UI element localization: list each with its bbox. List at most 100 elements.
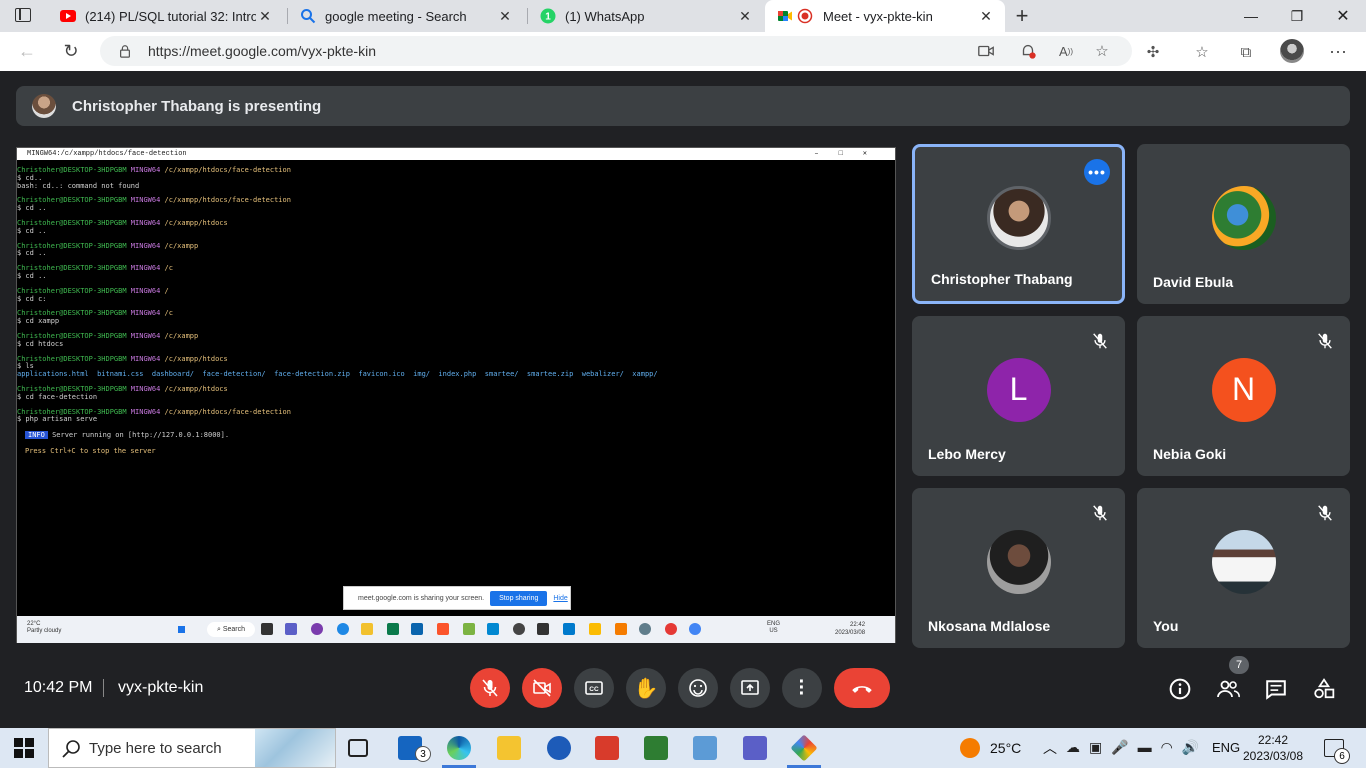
terminal-command: $ cd .. (17, 226, 47, 235)
shared-screen[interactable]: MINGW64:/c/xampp/htdocs/face-detection –… (16, 147, 896, 643)
participant-tile[interactable]: ••• Christopher Thabang (912, 144, 1125, 304)
server-hint-line: Press Ctrl+C to stop the server (25, 447, 895, 456)
reload-button[interactable]: ↻ (56, 36, 86, 66)
present-icon (741, 680, 759, 695)
terminal-line: Christoher@DESKTOP-3HDPGBM MINGW64 / (17, 286, 895, 296)
extensions-icon[interactable]: ✣ (1143, 42, 1163, 62)
edge-app-icon[interactable] (447, 736, 471, 760)
more-options-button[interactable]: · · · (782, 668, 822, 708)
tray-icons[interactable]: ☁▣🎤▬◠🔊 (1066, 739, 1208, 756)
system-clock[interactable]: 22:42 2023/03/08 (1240, 732, 1306, 764)
close-tab-icon[interactable]: ✕ (736, 7, 754, 25)
prompt-env: MINGW64 (130, 309, 165, 318)
participant-tile[interactable]: David Ebula (1137, 144, 1350, 304)
task-view-icon[interactable] (348, 739, 368, 757)
participant-tile[interactable]: Nkosana Mdlalose (912, 488, 1125, 648)
close-tab-icon[interactable]: ✕ (256, 7, 274, 25)
close-window-button[interactable]: ✕ (1320, 0, 1366, 32)
collections-icon[interactable]: ⧉ (1236, 42, 1256, 62)
browser-tab-search[interactable]: google meeting - Search ✕ (288, 0, 524, 32)
remote-app-icon (463, 623, 475, 635)
weather-temperature[interactable]: 25°C (990, 740, 1021, 756)
address-toolbar: ← ↻ https://meet.google.com/vyx-pkte-kin… (0, 32, 1366, 71)
wps-app-icon[interactable] (595, 736, 619, 760)
terminal-command: $ ls (17, 362, 34, 371)
close-tab-icon[interactable]: ✕ (977, 7, 995, 25)
activities-button[interactable] (1311, 676, 1337, 702)
read-aloud-icon[interactable]: A)) (1056, 41, 1076, 61)
prompt-env: MINGW64 (130, 384, 165, 393)
back-button[interactable]: ← (12, 36, 42, 66)
svg-text:CC: CC (589, 686, 599, 693)
file-explorer-icon[interactable] (497, 736, 521, 760)
terminal-output-text: bash: cd..: command not found (17, 181, 140, 190)
browser-tab-youtube[interactable]: (214) PL/SQL tutorial 32: Introduc ✕ (48, 0, 284, 32)
server-info-line: INFO Server running on [http://127.0.0.1… (25, 431, 895, 440)
info-icon (1169, 678, 1191, 700)
camera-in-use-icon[interactable] (976, 41, 996, 61)
camera-toggle-button[interactable] (522, 668, 562, 708)
people-button[interactable] (1215, 676, 1241, 702)
virtualbox-app-icon[interactable] (693, 736, 717, 760)
prompt-env: MINGW64 (130, 407, 165, 416)
url-bar[interactable]: https://meet.google.com/vyx-pkte-kin A))… (100, 36, 1132, 66)
prompt-user: Christoher@DESKTOP-3HDPGBM (17, 196, 131, 205)
teams-app-icon[interactable] (743, 736, 767, 760)
browser-tab-whatsapp[interactable]: 1 (1) WhatsApp ✕ (528, 0, 764, 32)
taskbar-search-box[interactable]: Type here to search (48, 728, 336, 768)
terminal-output: Christoher@DESKTOP-3HDPGBM MINGW64 /c/xa… (17, 162, 895, 616)
remote-app-icon (563, 623, 575, 635)
present-screen-button[interactable] (730, 668, 770, 708)
more-menu-icon[interactable]: ⋯ (1328, 42, 1348, 62)
notifications-blocked-icon[interactable] (1018, 41, 1038, 61)
youtube-icon (60, 10, 76, 22)
emoji-reactions-button[interactable] (678, 668, 718, 708)
remote-lang-bottom: US (769, 628, 778, 634)
tray-chevron-icon[interactable]: ︿ (1043, 738, 1057, 758)
stop-sharing-button[interactable]: Stop sharing (490, 590, 548, 606)
tab-actions-icon[interactable] (15, 8, 31, 22)
favorite-star-icon[interactable]: ☆ (1092, 41, 1112, 61)
participant-tile[interactable]: You (1137, 488, 1350, 648)
captions-button[interactable]: CC (574, 668, 614, 708)
minimize-button[interactable]: — (1228, 0, 1274, 32)
word-app-icon[interactable] (547, 736, 571, 760)
chat-icon (1266, 680, 1286, 700)
terminal-line: Christoher@DESKTOP-3HDPGBM MINGW64 /c/xa… (17, 331, 895, 341)
close-tab-icon[interactable]: ✕ (496, 7, 514, 25)
leave-call-button[interactable] (834, 668, 890, 708)
participant-tile[interactable]: L Lebo Mercy (912, 316, 1125, 476)
favorites-icon[interactable]: ☆ (1192, 42, 1212, 62)
clock-time: 22:42 (1257, 733, 1289, 747)
terminal-line: $ cd .. (17, 249, 895, 258)
more-options-button[interactable]: ••• (1084, 159, 1110, 185)
prompt-path: / (164, 286, 169, 295)
prompt-user: Christoher@DESKTOP-3HDPGBM (17, 331, 131, 340)
presenting-banner: Christopher Thabang is presenting (16, 86, 1350, 126)
new-tab-button[interactable]: + (1010, 3, 1034, 28)
profile-avatar[interactable] (1280, 39, 1304, 63)
spreadsheet-app-icon[interactable] (644, 736, 668, 760)
clock-date: 2023/03/08 (1242, 749, 1304, 763)
chat-button[interactable] (1263, 676, 1289, 702)
prompt-env: MINGW64 (130, 166, 165, 174)
terminal-ls-output: applications.html bitnami.css dashboard/… (17, 370, 658, 379)
meet-pwa-icon[interactable] (790, 734, 818, 762)
participant-tile[interactable]: N Nebia Goki (1137, 316, 1350, 476)
mail-badge: 3 (415, 746, 431, 762)
info-text: Server running on [http://127.0.0.1:8000… (47, 431, 230, 440)
windows-start-icon[interactable] (14, 738, 34, 758)
terminal-command: $ cd face-detection (17, 392, 98, 401)
terminal-line: Christoher@DESKTOP-3HDPGBM MINGW64 /c (17, 264, 895, 273)
terminal-command: $ cd .. (17, 271, 47, 280)
restore-button[interactable]: ❐ (1274, 0, 1320, 32)
raise-hand-button[interactable]: ✋ (626, 668, 666, 708)
hide-link[interactable]: Hide (553, 595, 567, 602)
input-language[interactable]: ENG (1212, 740, 1240, 755)
meeting-details-button[interactable] (1167, 676, 1193, 702)
mic-toggle-button[interactable] (470, 668, 510, 708)
info-label: INFO (25, 431, 48, 440)
browser-tab-meet[interactable]: Meet - vyx-pkte-kin ✕ (765, 0, 1005, 32)
prompt-path: /c/xampp/htdocs (164, 384, 228, 393)
hand-icon: ✋ (633, 677, 659, 700)
